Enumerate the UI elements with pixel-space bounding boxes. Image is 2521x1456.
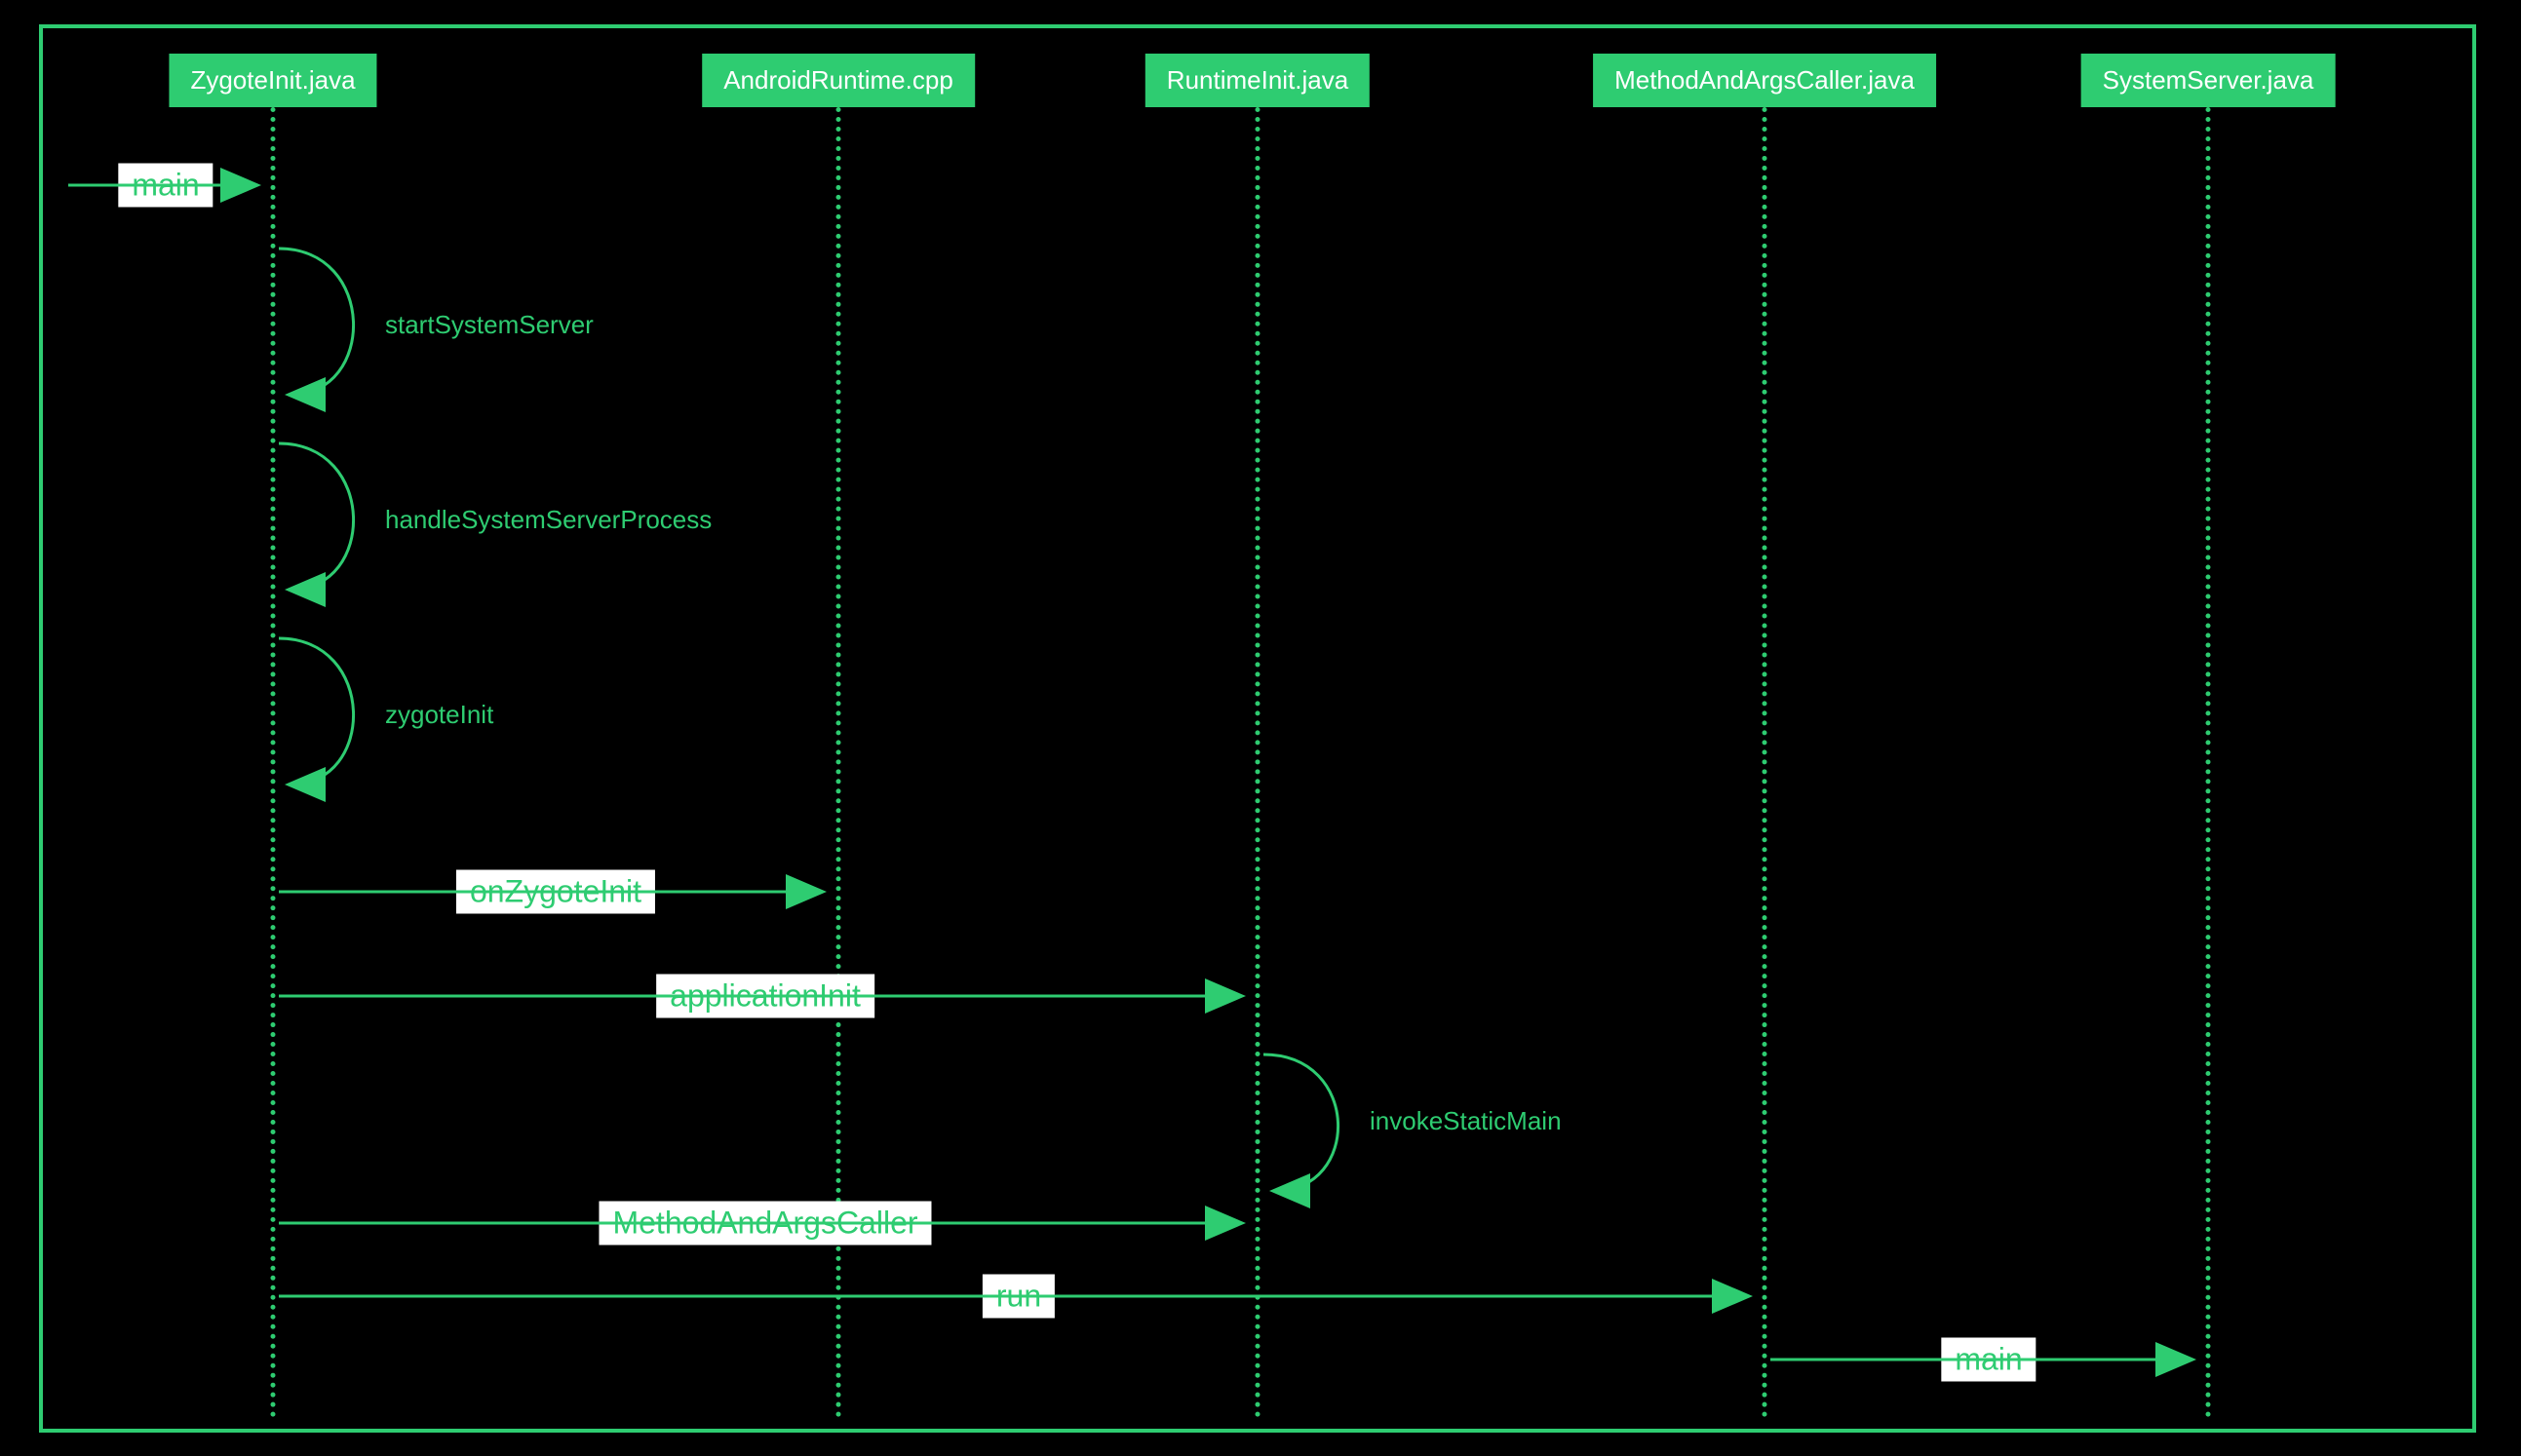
lifeline-zygote: [271, 107, 276, 1418]
msg-run-label: run: [983, 1275, 1055, 1319]
lifeline-methodandargscaller: [1763, 107, 1767, 1418]
self-invokestaticmain-label: invokeStaticMain: [1370, 1106, 1562, 1136]
msg-onzygoteinit-label: onZygoteInit: [456, 870, 655, 914]
participant-androidruntime: AndroidRuntime.cpp: [702, 54, 975, 107]
self-zygoteinit-label: zygoteInit: [385, 700, 493, 730]
participant-runtimeinit: RuntimeInit.java: [1145, 54, 1370, 107]
participant-systemserver: SystemServer.java: [2081, 54, 2336, 107]
self-handlesystemserverprocess-label: handleSystemServerProcess: [385, 505, 712, 535]
msg-ssmain-label: main: [1941, 1338, 2036, 1382]
participant-methodandargscaller: MethodAndArgsCaller.java: [1593, 54, 1936, 107]
entry-main-label: main: [118, 164, 213, 208]
lifeline-systemserver: [2206, 107, 2211, 1418]
self-startsystemserver-label: startSystemServer: [385, 310, 594, 340]
msg-methodandargscaller-label: MethodAndArgsCaller: [599, 1202, 931, 1245]
lifeline-runtimeinit: [1256, 107, 1260, 1418]
participant-zygote: ZygoteInit.java: [169, 54, 376, 107]
msg-applicationinit-label: applicationInit: [656, 975, 874, 1018]
